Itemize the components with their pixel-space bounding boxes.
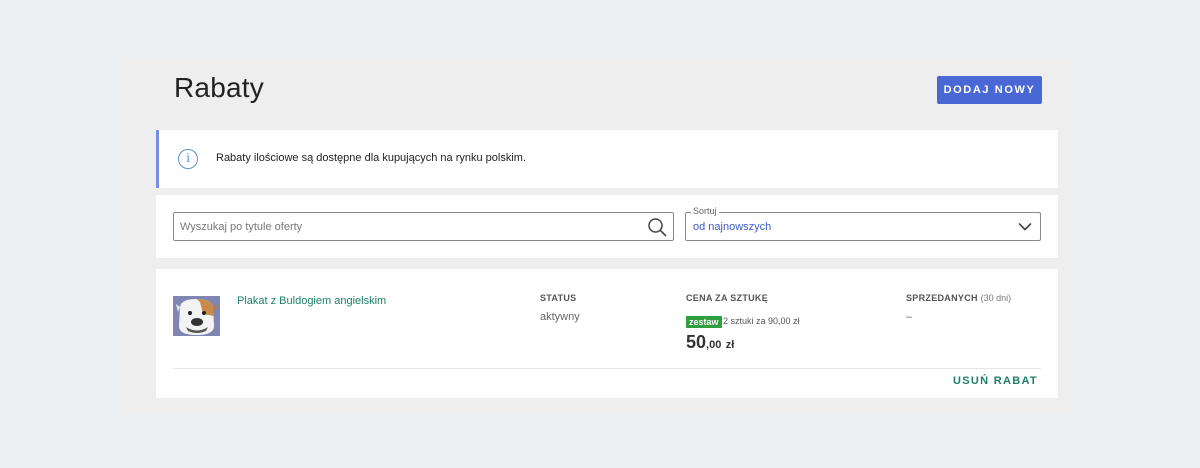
bundle-offer-text: 2 sztuki za 90,00 zł [723,316,800,326]
search-input[interactable] [174,213,644,240]
search-icon[interactable] [647,217,667,237]
sort-value: od najnowszych [693,221,772,233]
product-title-link[interactable]: Plakat z Buldogiem angielskim [237,295,386,307]
product-thumbnail[interactable] [173,296,220,336]
status-header: STATUS [540,293,577,303]
filter-bar: Sortuj od najnowszych [156,195,1058,258]
sold-header-label: SPRZEDANYCH [906,293,978,303]
price-main: 50 [686,332,707,352]
remove-discount-button[interactable]: USUŃ RABAT [953,375,1038,387]
sold-period: (30 dni) [980,293,1012,303]
status-value: aktywny [540,311,580,323]
sold-value: – [906,311,913,323]
info-banner: i Rabaty ilościowe są dostępne dla kupuj… [156,130,1058,188]
info-text: Rabaty ilościowe są dostępne dla kupując… [216,152,526,164]
unit-price: 50,00 zł [686,332,734,353]
price-header: CENA ZA SZTUKĘ [686,293,769,303]
chevron-down-icon[interactable] [1018,220,1032,234]
add-new-button[interactable]: DODAJ NOWY [937,76,1042,104]
page-title: Rabaty [174,72,264,103]
search-field [173,212,674,241]
discount-card: Plakat z Buldogiem angielskim STATUS akt… [156,269,1058,398]
price-decimals: ,00 [706,339,722,351]
sort-select[interactable]: Sortuj od najnowszych [685,206,1041,241]
divider [173,368,1041,369]
bundle-badge: zestaw [686,316,722,328]
bulldog-image-icon [173,296,220,336]
sold-header: SPRZEDANYCH (30 dni) [906,293,1011,303]
info-icon: i [178,149,198,169]
sort-label: Sortuj [691,206,719,216]
price-currency: zł [725,339,735,351]
